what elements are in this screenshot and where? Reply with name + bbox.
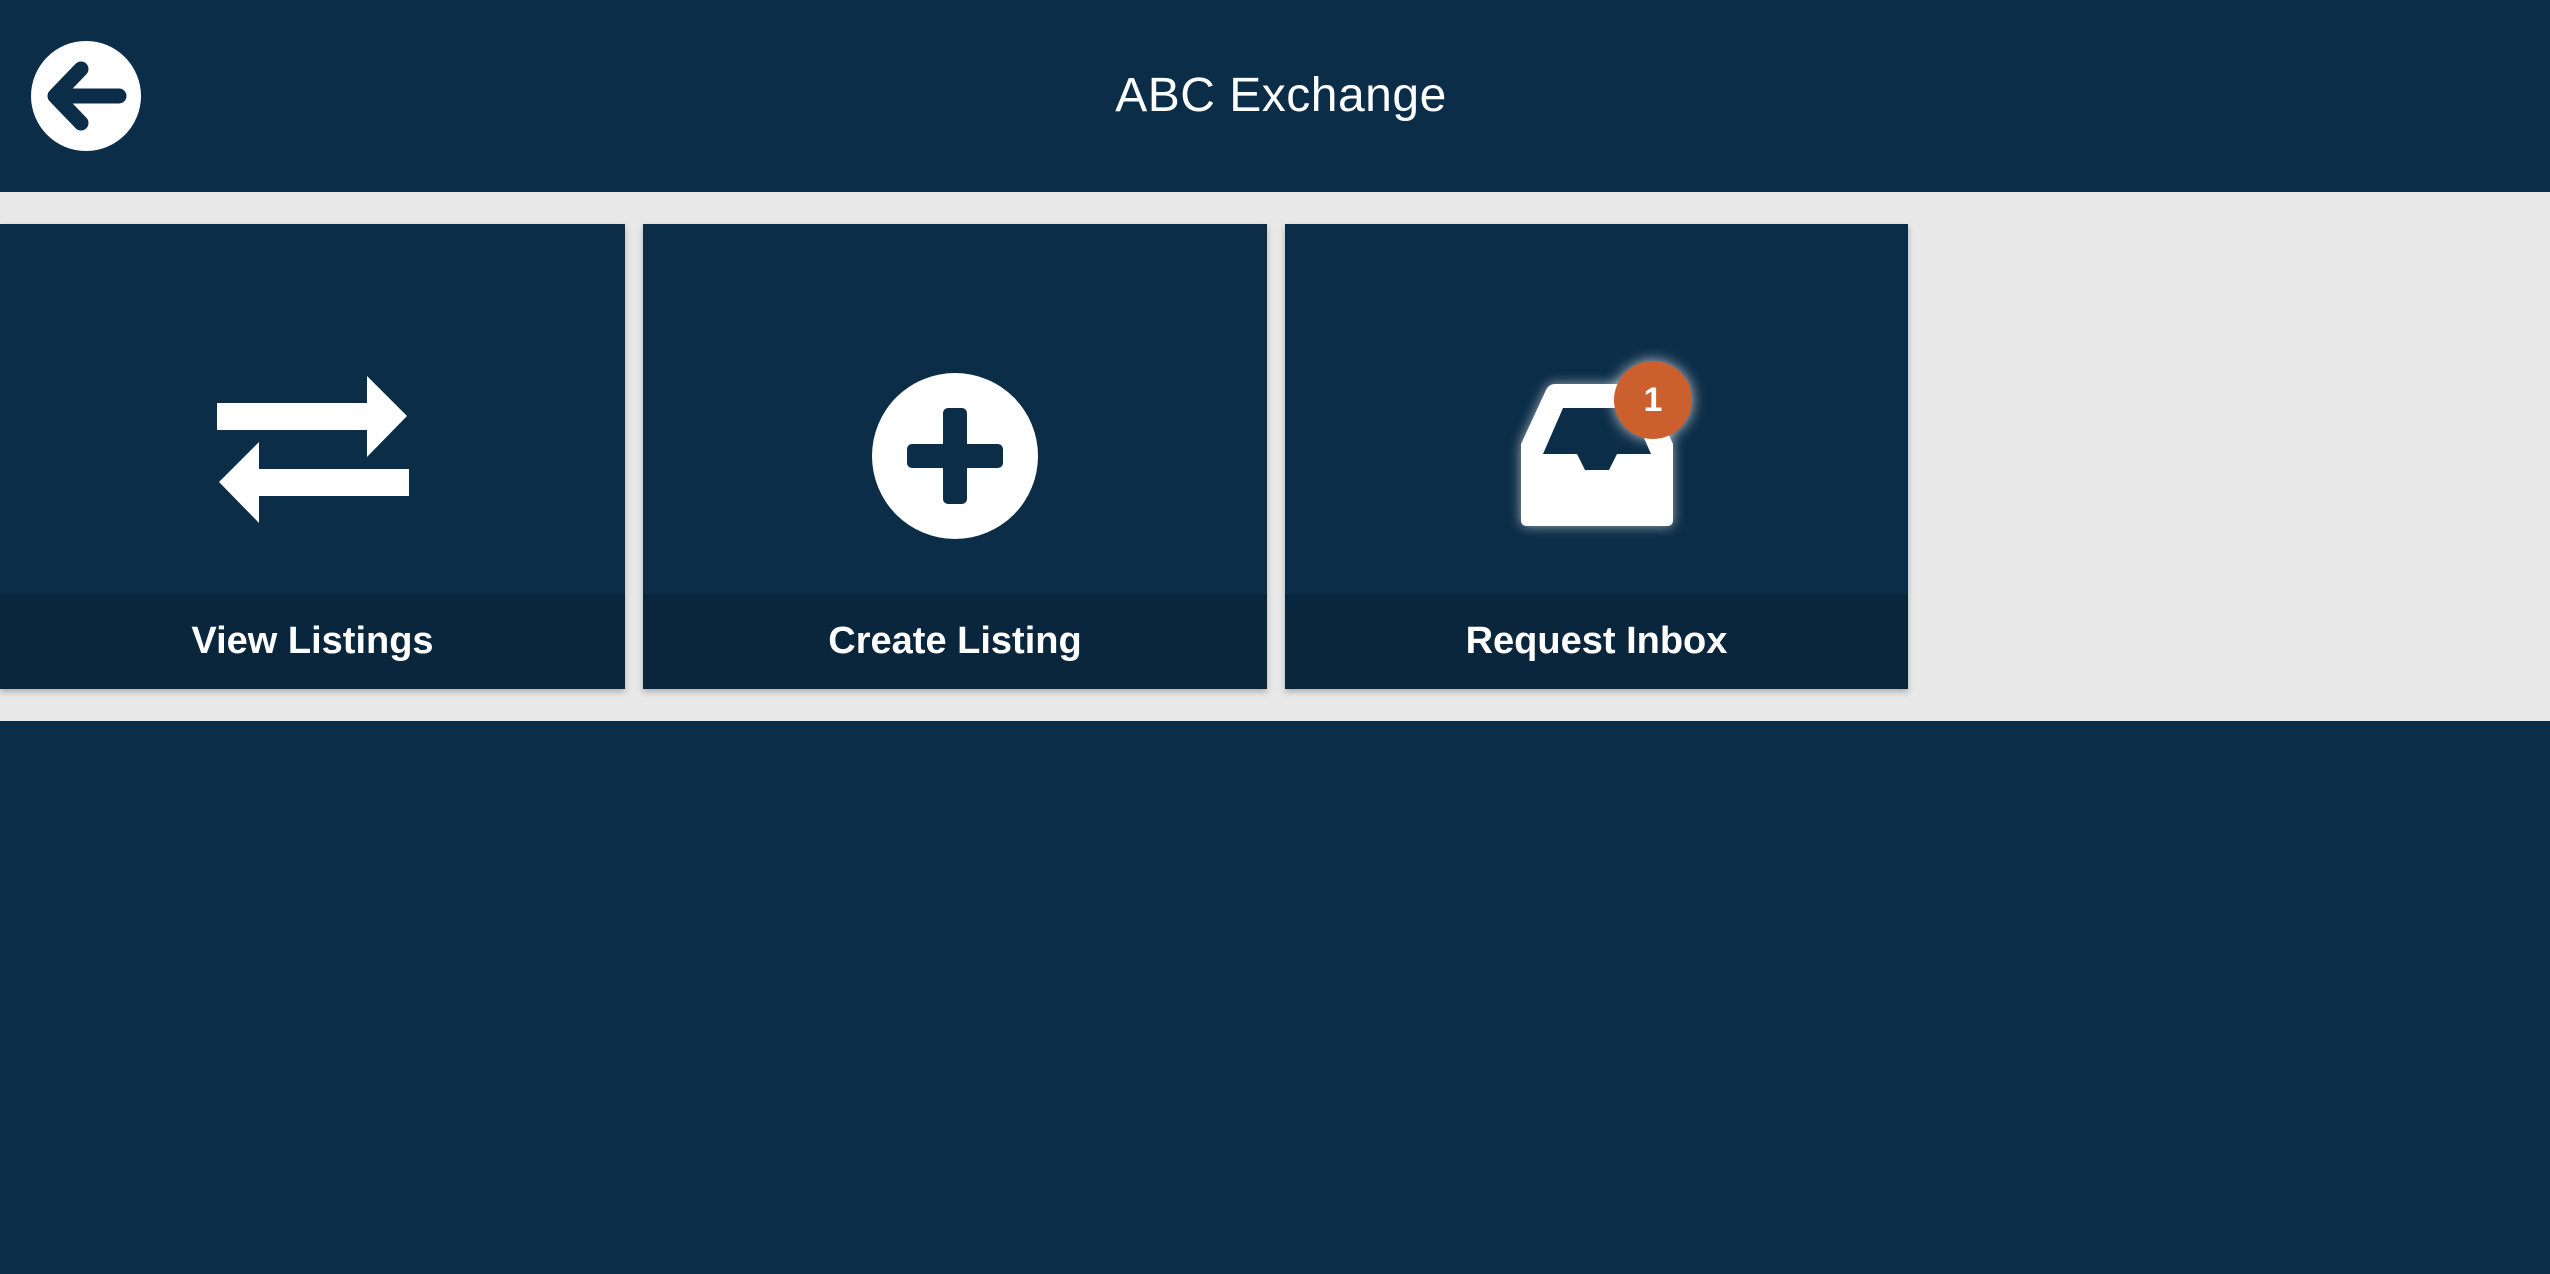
- page-title: ABC Exchange: [1115, 69, 1447, 122]
- tile-label-bar: View Listings: [0, 594, 625, 689]
- request-inbox-tile[interactable]: Request Inbox: [1285, 224, 1908, 689]
- tile-label-bar: Create Listing: [643, 594, 1267, 689]
- tile-label-bar: Request Inbox: [1285, 594, 1908, 689]
- notification-badge: 1: [1614, 361, 1692, 439]
- create-listing-tile[interactable]: Create Listing: [643, 224, 1267, 689]
- plus-circle-icon: [872, 373, 1038, 539]
- create-listing-label: Create Listing: [828, 620, 1082, 662]
- exchange-arrows-icon: [216, 376, 409, 523]
- request-inbox-label: Request Inbox: [1465, 620, 1728, 662]
- view-listings-tile[interactable]: View Listings: [0, 224, 625, 689]
- view-listings-label: View Listings: [191, 620, 434, 662]
- app-header: ABC Exchange: [0, 0, 2550, 192]
